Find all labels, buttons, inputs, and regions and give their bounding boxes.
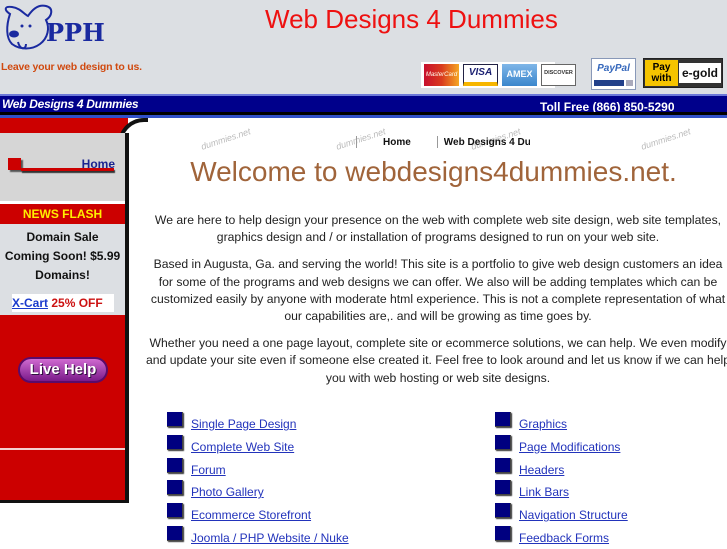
news-line: Domain Sale <box>26 230 99 244</box>
bar-site-name: Web Designs 4 Dummies <box>2 97 139 111</box>
site-header: PPH Leave your web design to us. Web Des… <box>0 0 727 94</box>
square-bullet-icon <box>495 434 511 450</box>
square-bullet-icon <box>495 480 511 496</box>
intro-paragraph: Based in Augusta, Ga. and serving the wo… <box>150 257 726 324</box>
breadcrumb-current[interactable]: Web Designs 4 Du <box>444 137 530 148</box>
paypal-bar <box>594 80 624 86</box>
square-bullet-icon <box>167 434 183 450</box>
news-flash-heading: NEWS FLASH <box>0 204 125 224</box>
news-line: Domains! <box>35 268 90 282</box>
intro-paragraph: We are here to help design your presence… <box>154 213 722 245</box>
breadcrumb: Home Web Designs 4 Du <box>350 136 530 148</box>
sidebar-bottom-border <box>0 500 129 503</box>
xcart-link[interactable]: X-Cart <box>12 296 48 310</box>
sidebar-divider <box>0 448 125 450</box>
sidebar-home-link[interactable]: Home <box>8 153 115 175</box>
service-link[interactable]: Ecommerce Storefront <box>191 508 311 522</box>
watermark: dummies.net <box>199 126 252 152</box>
square-bullet-icon <box>167 457 183 473</box>
breadcrumb-separator <box>436 136 438 148</box>
square-bullet-icon <box>495 412 511 427</box>
sidebar-nav-area: Home <box>0 133 125 201</box>
xcart-promo: X-Cart 25% OFF <box>12 294 114 312</box>
watermark: dummies.net <box>639 126 692 152</box>
square-bullet-icon <box>495 525 511 541</box>
sidebar-top-band <box>0 118 128 133</box>
service-link[interactable]: Single Page Design <box>191 417 296 431</box>
welcome-heading: Welcome to webdesigns4dummies.net. <box>190 156 677 187</box>
square-bullet-icon <box>495 503 511 519</box>
news-flash-body: Domain Sale Coming Soon! $5.99 Domains! <box>0 224 125 288</box>
square-bullet-icon <box>167 412 183 427</box>
amex-logo: AMEX <box>502 64 537 86</box>
square-bullet-icon <box>167 525 183 541</box>
breadcrumb-home[interactable]: Home <box>383 137 411 148</box>
service-link[interactable]: Page Modifications <box>519 440 620 454</box>
news-line: Coming Soon! $5.99 <box>4 249 121 263</box>
paypal-bar-2 <box>626 80 633 86</box>
service-link[interactable]: Complete Web Site <box>191 440 294 454</box>
egold-text: e-gold <box>679 63 721 83</box>
tagline: Leave your web design to us. <box>1 61 142 73</box>
home-bullet-icon <box>8 158 21 170</box>
service-link[interactable]: Link Bars <box>519 485 569 499</box>
site-title: Web Designs 4 Dummies <box>265 4 558 34</box>
sidebar-red-panel: Live Help <box>0 315 125 500</box>
xcart-discount: 25% OFF <box>51 296 103 310</box>
service-link[interactable]: Joomla / PHP Website / Nuke <box>191 531 349 545</box>
service-link[interactable]: Graphics <box>519 417 567 431</box>
square-bullet-icon <box>167 480 183 496</box>
egold-logo[interactable]: Pay with e-gold <box>643 58 723 88</box>
paypal-text: PayPal <box>597 63 630 74</box>
title-bar: Web Designs 4 Dummies Toll Free (866) 85… <box>0 94 727 114</box>
square-bullet-icon <box>167 503 183 519</box>
paypal-logo[interactable]: PayPal <box>591 58 636 90</box>
sidebar: Home NEWS FLASH Domain Sale Coming Soon!… <box>0 133 129 500</box>
logo-text: PPH <box>46 18 105 47</box>
square-bullet-icon <box>495 457 511 473</box>
pph-dog-logo[interactable]: PPH <box>2 2 127 54</box>
intro-paragraph: Whether you need a one page layout, comp… <box>145 336 727 385</box>
home-label[interactable]: Home <box>82 157 115 171</box>
breadcrumb-separator <box>356 136 357 148</box>
service-link[interactable]: Photo Gallery <box>191 485 264 499</box>
mastercard-logo: MasterCard <box>424 64 459 86</box>
discover-logo: DISCOVER <box>541 64 576 86</box>
service-link[interactable]: Navigation Structure <box>519 508 628 522</box>
visa-logo: VISA <box>463 64 498 86</box>
egold-pay-with: Pay with <box>645 60 678 86</box>
service-link[interactable]: Feedback Forms <box>519 531 609 545</box>
intro-text: We are here to help design your presence… <box>146 212 727 397</box>
service-link[interactable]: Forum <box>191 463 226 477</box>
service-link[interactable]: Headers <box>519 463 564 477</box>
live-help-button[interactable]: Live Help <box>18 357 108 383</box>
